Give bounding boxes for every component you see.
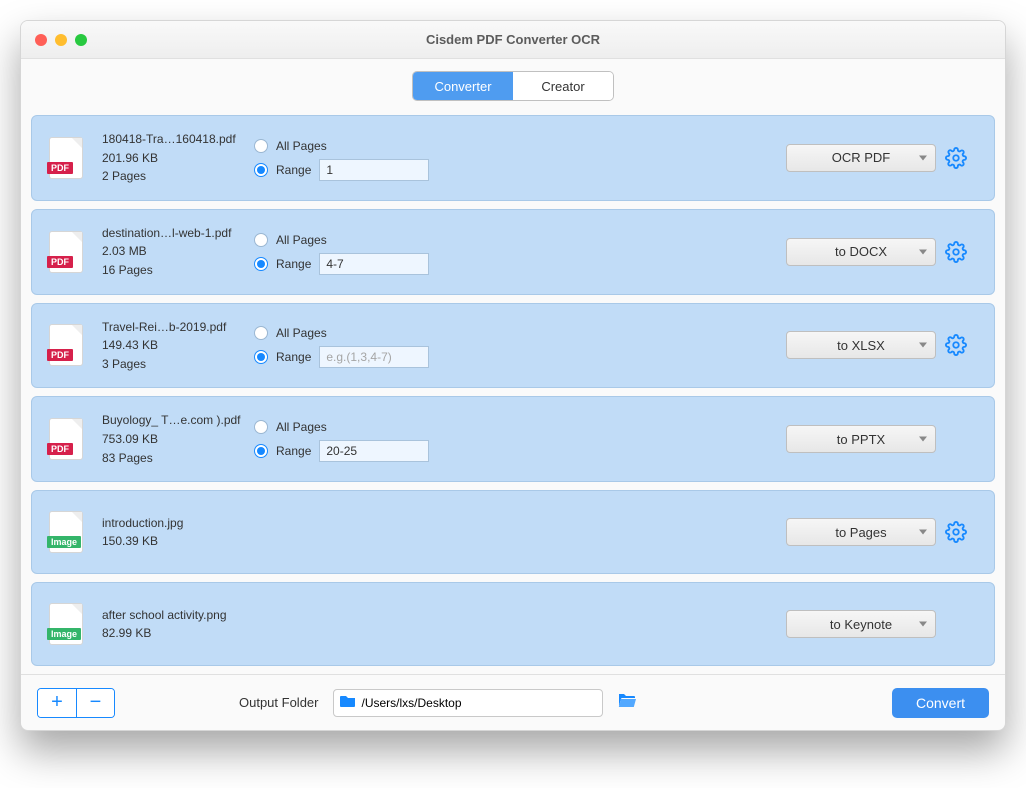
file-info: Travel-Rei…b-2019.pdf 149.43 KB 3 Pages — [94, 318, 254, 374]
format-select[interactable]: to DOCX — [786, 238, 936, 266]
file-pages: 16 Pages — [102, 261, 254, 280]
page-selection: All Pages Range — [254, 415, 474, 463]
file-row[interactable]: PDF 180418-Tra…160418.pdf 201.96 KB 2 Pa… — [31, 115, 995, 201]
file-info: after school activity.png 82.99 KB — [94, 606, 254, 643]
format-label: to PPTX — [837, 432, 885, 447]
range-radio[interactable] — [254, 163, 268, 177]
app-window: Cisdem PDF Converter OCR Converter Creat… — [20, 20, 1006, 731]
output-path-text: /Users/lxs/Desktop — [362, 696, 462, 710]
all-pages-label: All Pages — [276, 139, 327, 153]
file-name: 180418-Tra…160418.pdf — [102, 130, 254, 149]
titlebar: Cisdem PDF Converter OCR — [21, 21, 1005, 59]
window-title: Cisdem PDF Converter OCR — [21, 32, 1005, 47]
file-info: Buyology_ T…e.com ).pdf 753.09 KB 83 Pag… — [94, 411, 254, 467]
chevron-down-icon — [919, 530, 927, 535]
format-label: to Keynote — [830, 617, 892, 632]
range-label: Range — [276, 163, 311, 177]
format-select[interactable]: to Pages — [786, 518, 936, 546]
file-icon: PDF — [50, 232, 94, 272]
page-selection: All Pages Range — [254, 321, 474, 369]
file-pages: 2 Pages — [102, 167, 254, 186]
chevron-down-icon — [919, 343, 927, 348]
file-icon: PDF — [50, 325, 94, 365]
range-input[interactable] — [319, 346, 429, 368]
folder-icon — [340, 694, 356, 711]
file-name: introduction.jpg — [102, 514, 254, 533]
format-label: to Pages — [835, 525, 886, 540]
file-icon: Image — [50, 512, 94, 552]
file-row[interactable]: Image after school activity.png 82.99 KB… — [31, 582, 995, 666]
output-path-field[interactable]: /Users/lxs/Desktop — [333, 689, 603, 717]
range-radio[interactable] — [254, 350, 268, 364]
chevron-down-icon — [919, 437, 927, 442]
format-select[interactable]: to Keynote — [786, 610, 936, 638]
format-label: to XLSX — [837, 338, 885, 353]
file-icon: PDF — [50, 138, 94, 178]
add-file-button[interactable]: + — [38, 689, 76, 717]
file-size: 753.09 KB — [102, 430, 254, 449]
all-pages-label: All Pages — [276, 420, 327, 434]
range-input[interactable] — [319, 253, 429, 275]
mode-tabs: Converter Creator — [21, 59, 1005, 115]
tab-creator[interactable]: Creator — [513, 72, 613, 100]
remove-file-button[interactable]: − — [76, 689, 114, 717]
file-name: Travel-Rei…b-2019.pdf — [102, 318, 254, 337]
segmented-control: Converter Creator — [412, 71, 614, 101]
chevron-down-icon — [919, 249, 927, 254]
page-selection: All Pages Range — [254, 228, 474, 276]
all-pages-radio[interactable] — [254, 139, 268, 153]
range-label: Range — [276, 444, 311, 458]
range-input[interactable] — [319, 440, 429, 462]
file-name: destination…l-web-1.pdf — [102, 224, 254, 243]
file-row[interactable]: Image introduction.jpg 150.39 KB to Page… — [31, 490, 995, 574]
gear-icon[interactable] — [936, 334, 976, 356]
range-label: Range — [276, 350, 311, 364]
file-size: 82.99 KB — [102, 624, 254, 643]
gear-icon[interactable] — [936, 241, 976, 263]
format-select[interactable]: to PPTX — [786, 425, 936, 453]
file-size: 2.03 MB — [102, 242, 254, 261]
chevron-down-icon — [919, 155, 927, 160]
footer: + − Output Folder /Users/lxs/Desktop Con… — [21, 674, 1005, 730]
file-row[interactable]: PDF destination…l-web-1.pdf 2.03 MB 16 P… — [31, 209, 995, 295]
convert-button[interactable]: Convert — [892, 688, 989, 718]
file-row[interactable]: PDF Buyology_ T…e.com ).pdf 753.09 KB 83… — [31, 396, 995, 482]
file-size: 201.96 KB — [102, 149, 254, 168]
file-list: PDF 180418-Tra…160418.pdf 201.96 KB 2 Pa… — [21, 115, 1005, 666]
file-info: 180418-Tra…160418.pdf 201.96 KB 2 Pages — [94, 130, 254, 186]
output-folder-label: Output Folder — [239, 695, 319, 710]
page-selection: All Pages Range — [254, 134, 474, 182]
range-label: Range — [276, 257, 311, 271]
range-input[interactable] — [319, 159, 429, 181]
format-label: to DOCX — [835, 244, 887, 259]
gear-icon[interactable] — [936, 147, 976, 169]
add-remove-control: + − — [37, 688, 115, 718]
browse-folder-icon[interactable] — [617, 692, 637, 713]
file-info: destination…l-web-1.pdf 2.03 MB 16 Pages — [94, 224, 254, 280]
all-pages-label: All Pages — [276, 326, 327, 340]
all-pages-radio[interactable] — [254, 233, 268, 247]
all-pages-radio[interactable] — [254, 420, 268, 434]
file-pages: 83 Pages — [102, 449, 254, 468]
chevron-down-icon — [919, 622, 927, 627]
file-size: 149.43 KB — [102, 336, 254, 355]
tab-converter[interactable]: Converter — [413, 72, 513, 100]
file-row[interactable]: PDF Travel-Rei…b-2019.pdf 149.43 KB 3 Pa… — [31, 303, 995, 389]
file-pages: 3 Pages — [102, 355, 254, 374]
all-pages-label: All Pages — [276, 233, 327, 247]
format-label: OCR PDF — [832, 150, 891, 165]
file-size: 150.39 KB — [102, 532, 254, 551]
file-info: introduction.jpg 150.39 KB — [94, 514, 254, 551]
file-icon: Image — [50, 604, 94, 644]
file-name: Buyology_ T…e.com ).pdf — [102, 411, 254, 430]
all-pages-radio[interactable] — [254, 326, 268, 340]
format-select[interactable]: OCR PDF — [786, 144, 936, 172]
range-radio[interactable] — [254, 257, 268, 271]
gear-icon[interactable] — [936, 521, 976, 543]
file-name: after school activity.png — [102, 606, 254, 625]
range-radio[interactable] — [254, 444, 268, 458]
format-select[interactable]: to XLSX — [786, 331, 936, 359]
file-icon: PDF — [50, 419, 94, 459]
